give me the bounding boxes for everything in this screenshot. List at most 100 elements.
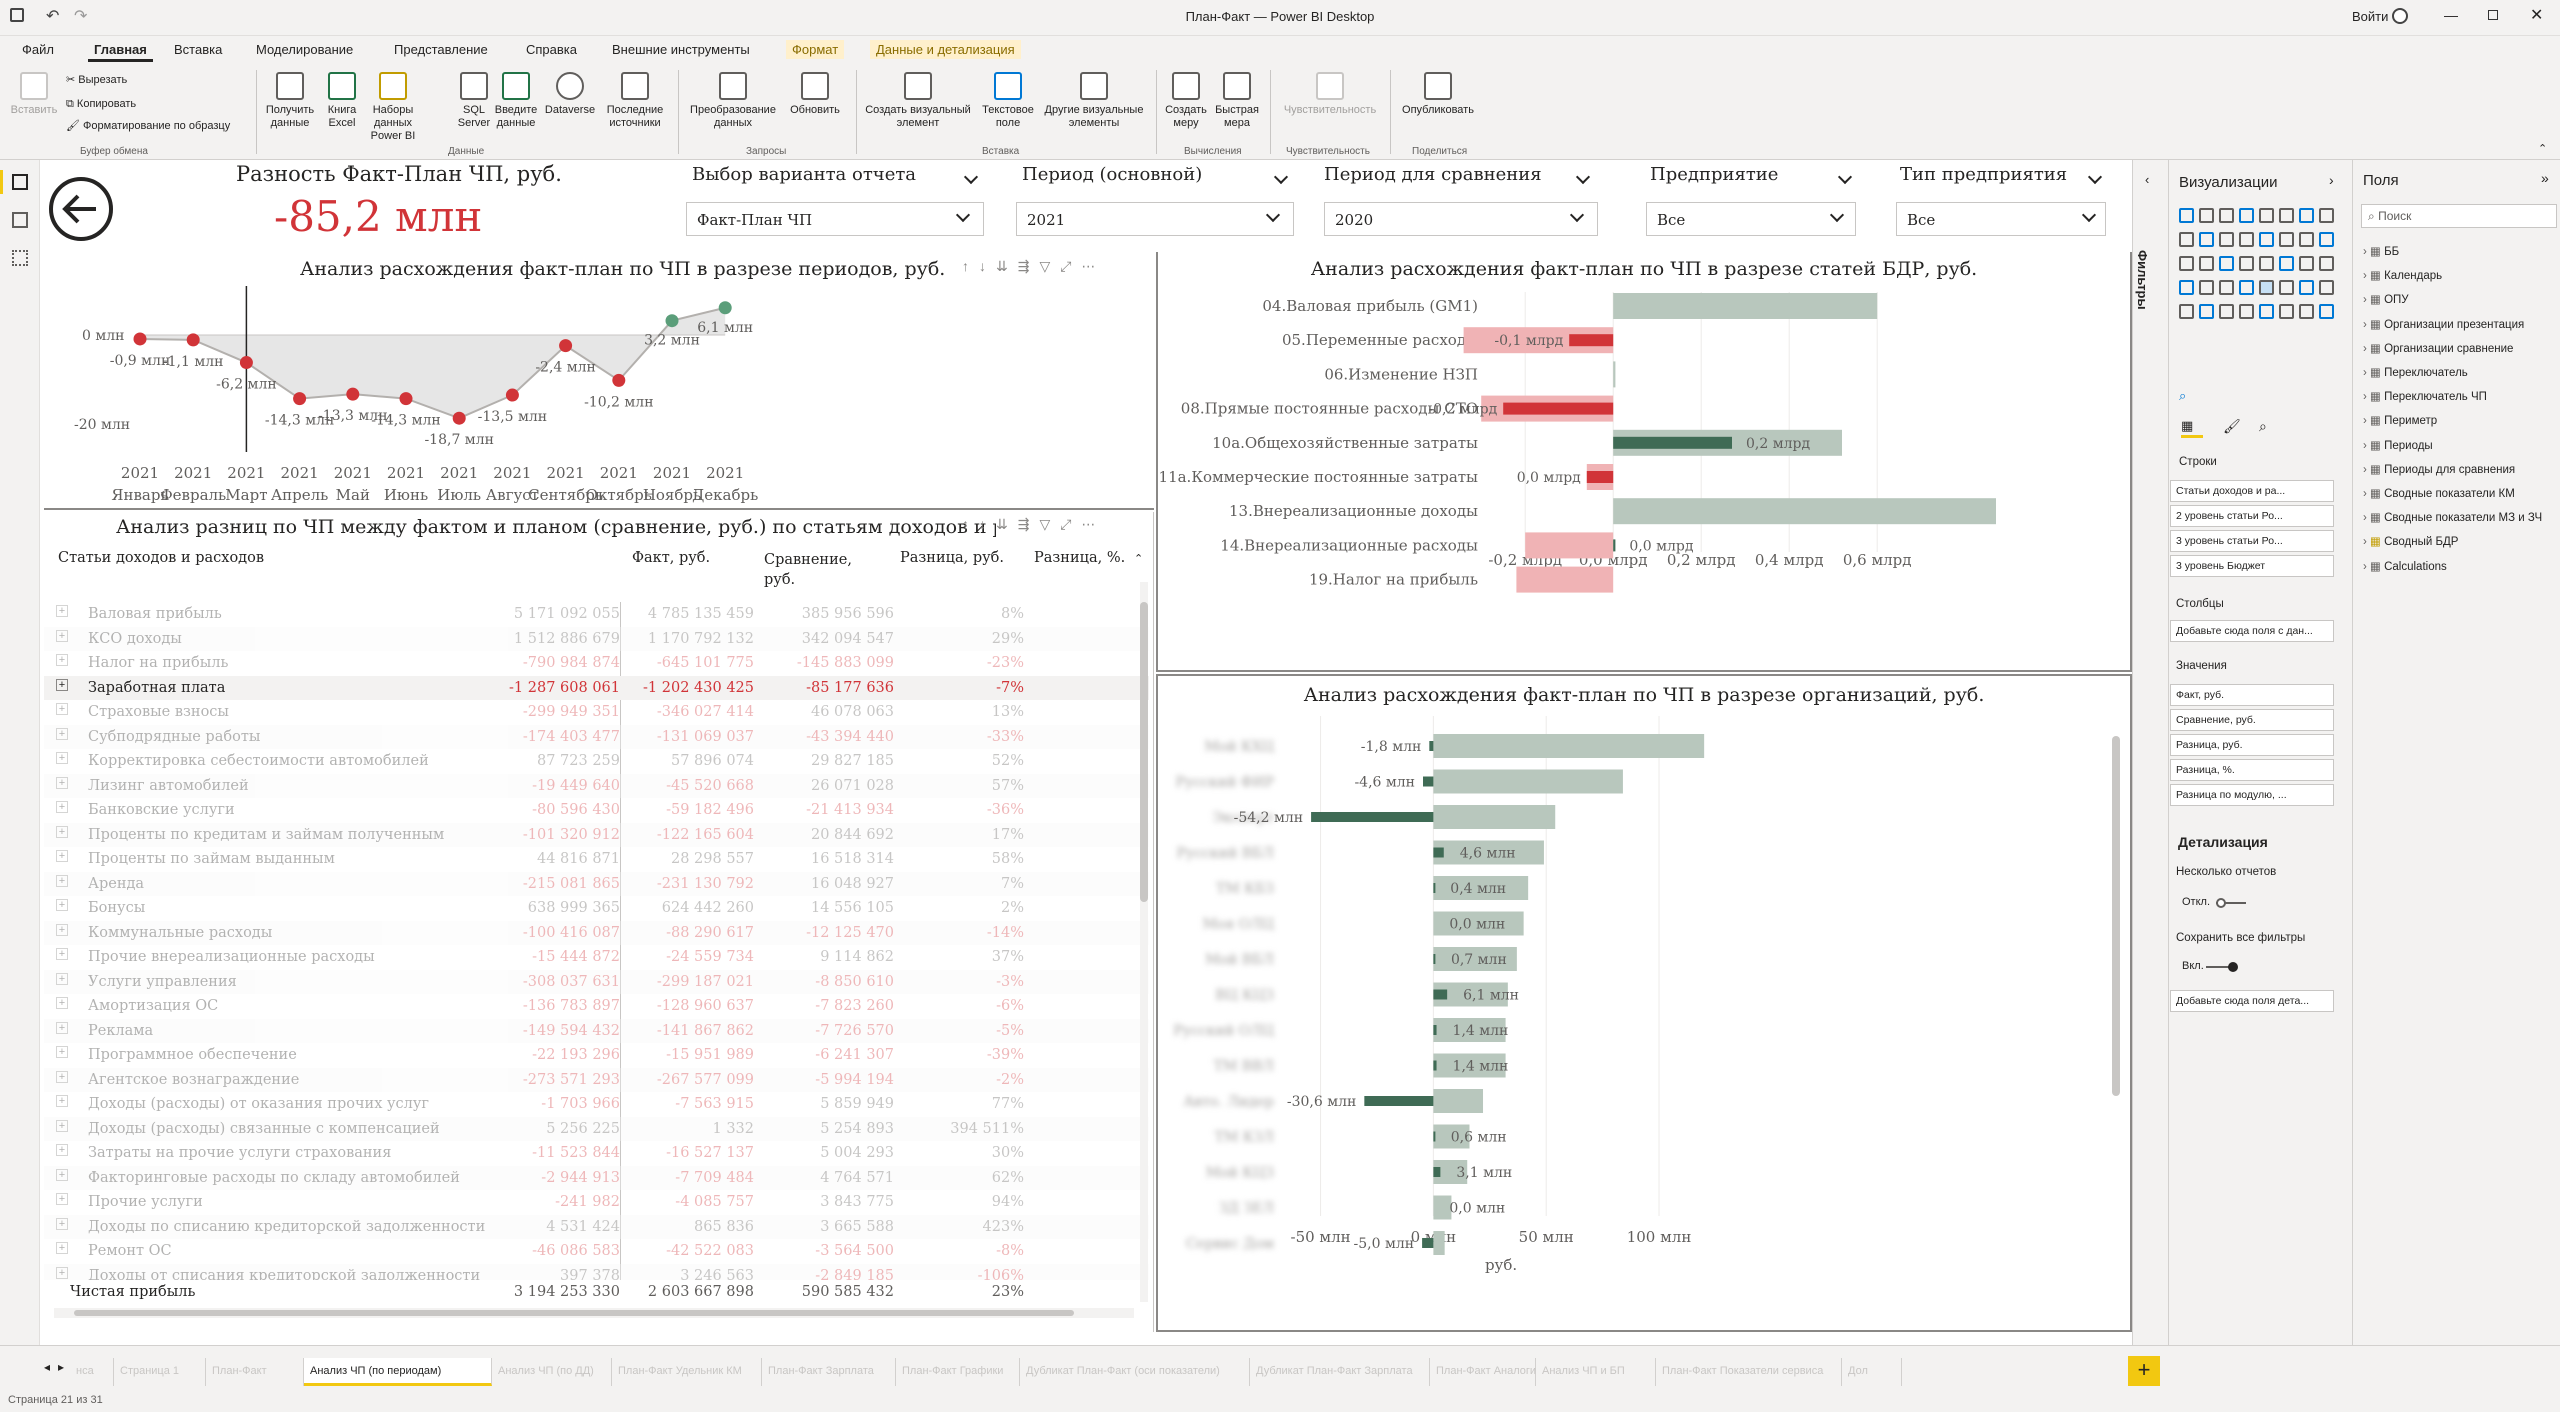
- values-well-item[interactable]: Разница по модулю, ...: [2170, 784, 2334, 806]
- matrix-row[interactable]: + Субподрядные работы -174 403 477 -131 069…: [44, 724, 1149, 749]
- line-chart-icon[interactable]: [2299, 208, 2314, 223]
- col-header-diff-pct[interactable]: Разница, %.: [1034, 550, 1125, 566]
- chevron-right-icon[interactable]: ›: [2363, 536, 2370, 548]
- expand-icon[interactable]: +: [56, 1193, 68, 1205]
- format-painter-button[interactable]: 🖌 Форматирование по образцу: [66, 120, 230, 133]
- slicer-dropdown[interactable]: 2021: [1016, 202, 1294, 236]
- transform-data-button[interactable]: Преобразование данных: [684, 72, 782, 130]
- tab-view[interactable]: Представление: [388, 40, 494, 59]
- excel-button[interactable]: Книга Excel: [320, 72, 364, 130]
- chevron-right-icon[interactable]: ›: [2363, 270, 2370, 282]
- matrix-row[interactable]: + Факторинговые расходы по складу автомоб…: [44, 1165, 1149, 1190]
- clustered-column-icon[interactable]: [2239, 208, 2254, 223]
- page-tab[interactable]: Дол: [1842, 1358, 1902, 1386]
- fields-search-input[interactable]: ⌕ Поиск: [2361, 204, 2557, 228]
- slicer-dropdown[interactable]: Факт-План ЧП: [686, 202, 984, 236]
- expand-icon[interactable]: +: [56, 1046, 68, 1058]
- columns-drop-zone[interactable]: Добавьте сюда поля с дан...: [2170, 620, 2334, 642]
- field-table-item[interactable]: › ▦ Calculations: [2363, 559, 2447, 573]
- field-table-item[interactable]: › ▦ Периоды: [2363, 438, 2433, 452]
- chevron-down-icon[interactable]: [963, 169, 979, 185]
- matrix-row[interactable]: + Прочие внереализационные расходы -15 444…: [44, 945, 1149, 970]
- values-well-item[interactable]: Разница, %.: [2170, 759, 2334, 781]
- paginated-icon[interactable]: [2239, 304, 2254, 319]
- matrix-row[interactable]: + Доходы (расходы) от оказания прочих усл…: [44, 1092, 1149, 1117]
- expand-icon[interactable]: +: [56, 654, 68, 666]
- matrix-row[interactable]: + Страховые взносы -299 949 351 -346 027 41…: [44, 700, 1149, 725]
- refresh-button[interactable]: Обновить: [782, 72, 848, 117]
- matrix-total-row[interactable]: Чистая прибыль 3 194 253 330 2 603 667 898…: [44, 1280, 1149, 1305]
- copy-button[interactable]: ⧉ Копировать: [66, 98, 136, 111]
- matrix-row[interactable]: + Прочие услуги -241 982 -4 085 757 3 843 77…: [44, 1190, 1149, 1215]
- expand-icon[interactable]: +: [56, 899, 68, 911]
- chevron-left-icon[interactable]: ‹: [2145, 172, 2149, 187]
- matrix-row[interactable]: + Проценты по кредитам и займам полученны…: [44, 822, 1149, 847]
- expand-icon[interactable]: +: [56, 703, 68, 715]
- avatar-icon[interactable]: [2392, 8, 2408, 24]
- scrollbar[interactable]: [2112, 736, 2120, 1096]
- get-data-button[interactable]: Получить данные: [262, 72, 318, 130]
- format-brush-icon[interactable]: 🖌: [2223, 418, 2241, 435]
- analytics-icon[interactable]: ⌕: [2259, 418, 2267, 435]
- line-clustered-icon[interactable]: [2219, 232, 2234, 247]
- field-table-item[interactable]: › ▦ ББ: [2363, 244, 2399, 258]
- tab-scroll-right-icon[interactable]: ▸: [58, 1360, 64, 1374]
- expand-icon[interactable]: +: [56, 850, 68, 862]
- card-icon[interactable]: [2319, 256, 2334, 271]
- page-tab[interactable]: План-Факт: [206, 1358, 304, 1386]
- sql-button[interactable]: SQL Server: [452, 72, 496, 130]
- tab-external-tools[interactable]: Внешние инструменты: [606, 40, 756, 59]
- tab-help[interactable]: Справка: [520, 40, 583, 59]
- decomp-tree-icon[interactable]: [2179, 304, 2194, 319]
- donut-chart-icon[interactable]: [2179, 256, 2194, 271]
- chevron-right-icon[interactable]: ›: [2363, 440, 2370, 452]
- multi-row-card-icon[interactable]: [2179, 280, 2194, 295]
- page-tab[interactable]: План-Факт Удельник КМ: [612, 1358, 762, 1386]
- line-chart-visual[interactable]: Анализ расхождения факт-план по ЧП в раз…: [44, 252, 1154, 510]
- maximize-icon[interactable]: [2488, 10, 2498, 20]
- matrix-row[interactable]: + Валовая прибыль 5 171 092 055 4 785 135 4…: [44, 602, 1149, 627]
- expand-icon[interactable]: +: [56, 948, 68, 960]
- expand-icon[interactable]: +: [56, 801, 68, 813]
- datasets-button[interactable]: Наборы данных Power BI: [364, 72, 422, 143]
- page-tab[interactable]: План-Факт Графики: [896, 1358, 1020, 1386]
- field-table-item[interactable]: › ▦ Переключатель: [2363, 365, 2468, 379]
- pie-chart-icon[interactable]: [2319, 232, 2334, 247]
- expand-icon[interactable]: +: [56, 1021, 68, 1034]
- field-table-item[interactable]: › ▦ Переключатель ЧП: [2363, 389, 2487, 403]
- stacked-bar-icon[interactable]: [2179, 208, 2194, 223]
- rows-well-item[interactable]: 3 уровень Бюджет: [2170, 555, 2334, 577]
- expand-icon[interactable]: +: [56, 752, 68, 764]
- matrix-visual[interactable]: Анализ разниц по ЧП между фактом и плано…: [44, 512, 1154, 1332]
- treemap-icon[interactable]: [2199, 256, 2214, 271]
- add-page-button[interactable]: +: [2128, 1356, 2160, 1386]
- azure-map-icon[interactable]: [2279, 256, 2294, 271]
- page-tab[interactable]: Страница 1: [114, 1358, 206, 1386]
- more-visuals-icon[interactable]: [2299, 304, 2314, 319]
- matrix-row[interactable]: + Агентское вознаграждение -273 571 293 -26…: [44, 1067, 1149, 1092]
- col-header-diff[interactable]: Разница, руб.: [900, 550, 1004, 566]
- chevron-right-icon[interactable]: ›: [2363, 488, 2370, 500]
- field-table-item[interactable]: › ▦ Периметр: [2363, 413, 2437, 427]
- chevron-right-icon[interactable]: ›: [2363, 319, 2370, 331]
- expand-icon[interactable]: +: [56, 1242, 68, 1254]
- expand-icon[interactable]: +: [56, 1119, 68, 1132]
- chevron-down-icon[interactable]: [1575, 169, 1591, 185]
- chevron-right-icon[interactable]: ›: [2363, 391, 2370, 403]
- shape-map-icon[interactable]: [2259, 256, 2274, 271]
- col-header-item[interactable]: Статьи доходов и расходов: [58, 550, 264, 566]
- quick-measure-button[interactable]: Быстрая мера: [1210, 72, 1264, 130]
- tab-data-drill[interactable]: Данные и детализация: [870, 40, 1021, 59]
- expand-icon[interactable]: +: [56, 1217, 68, 1230]
- matrix-row[interactable]: + Корректировка себестоимости автомобилей…: [44, 749, 1149, 774]
- page-tab[interactable]: Анализ ЧП и БП: [1536, 1358, 1656, 1386]
- matrix-row[interactable]: + Доходы (расходы) связанные с компенсаци…: [44, 1116, 1149, 1141]
- matrix-row[interactable]: + Амортизация ОС -136 783 897 -128 960 637 -…: [44, 994, 1149, 1019]
- publish-button[interactable]: Опубликовать: [1394, 72, 1482, 117]
- matrix-row[interactable]: + Бонусы 638 999 365 624 442 260 14 556 105 2…: [44, 896, 1149, 921]
- tab-home[interactable]: Главная: [88, 40, 153, 62]
- stacked-area-icon[interactable]: [2179, 232, 2194, 247]
- field-table-item[interactable]: › ▦ Календарь: [2363, 268, 2442, 282]
- field-table-item[interactable]: › ▦ ОПУ: [2363, 292, 2409, 306]
- signin-link[interactable]: Войти: [2352, 9, 2388, 24]
